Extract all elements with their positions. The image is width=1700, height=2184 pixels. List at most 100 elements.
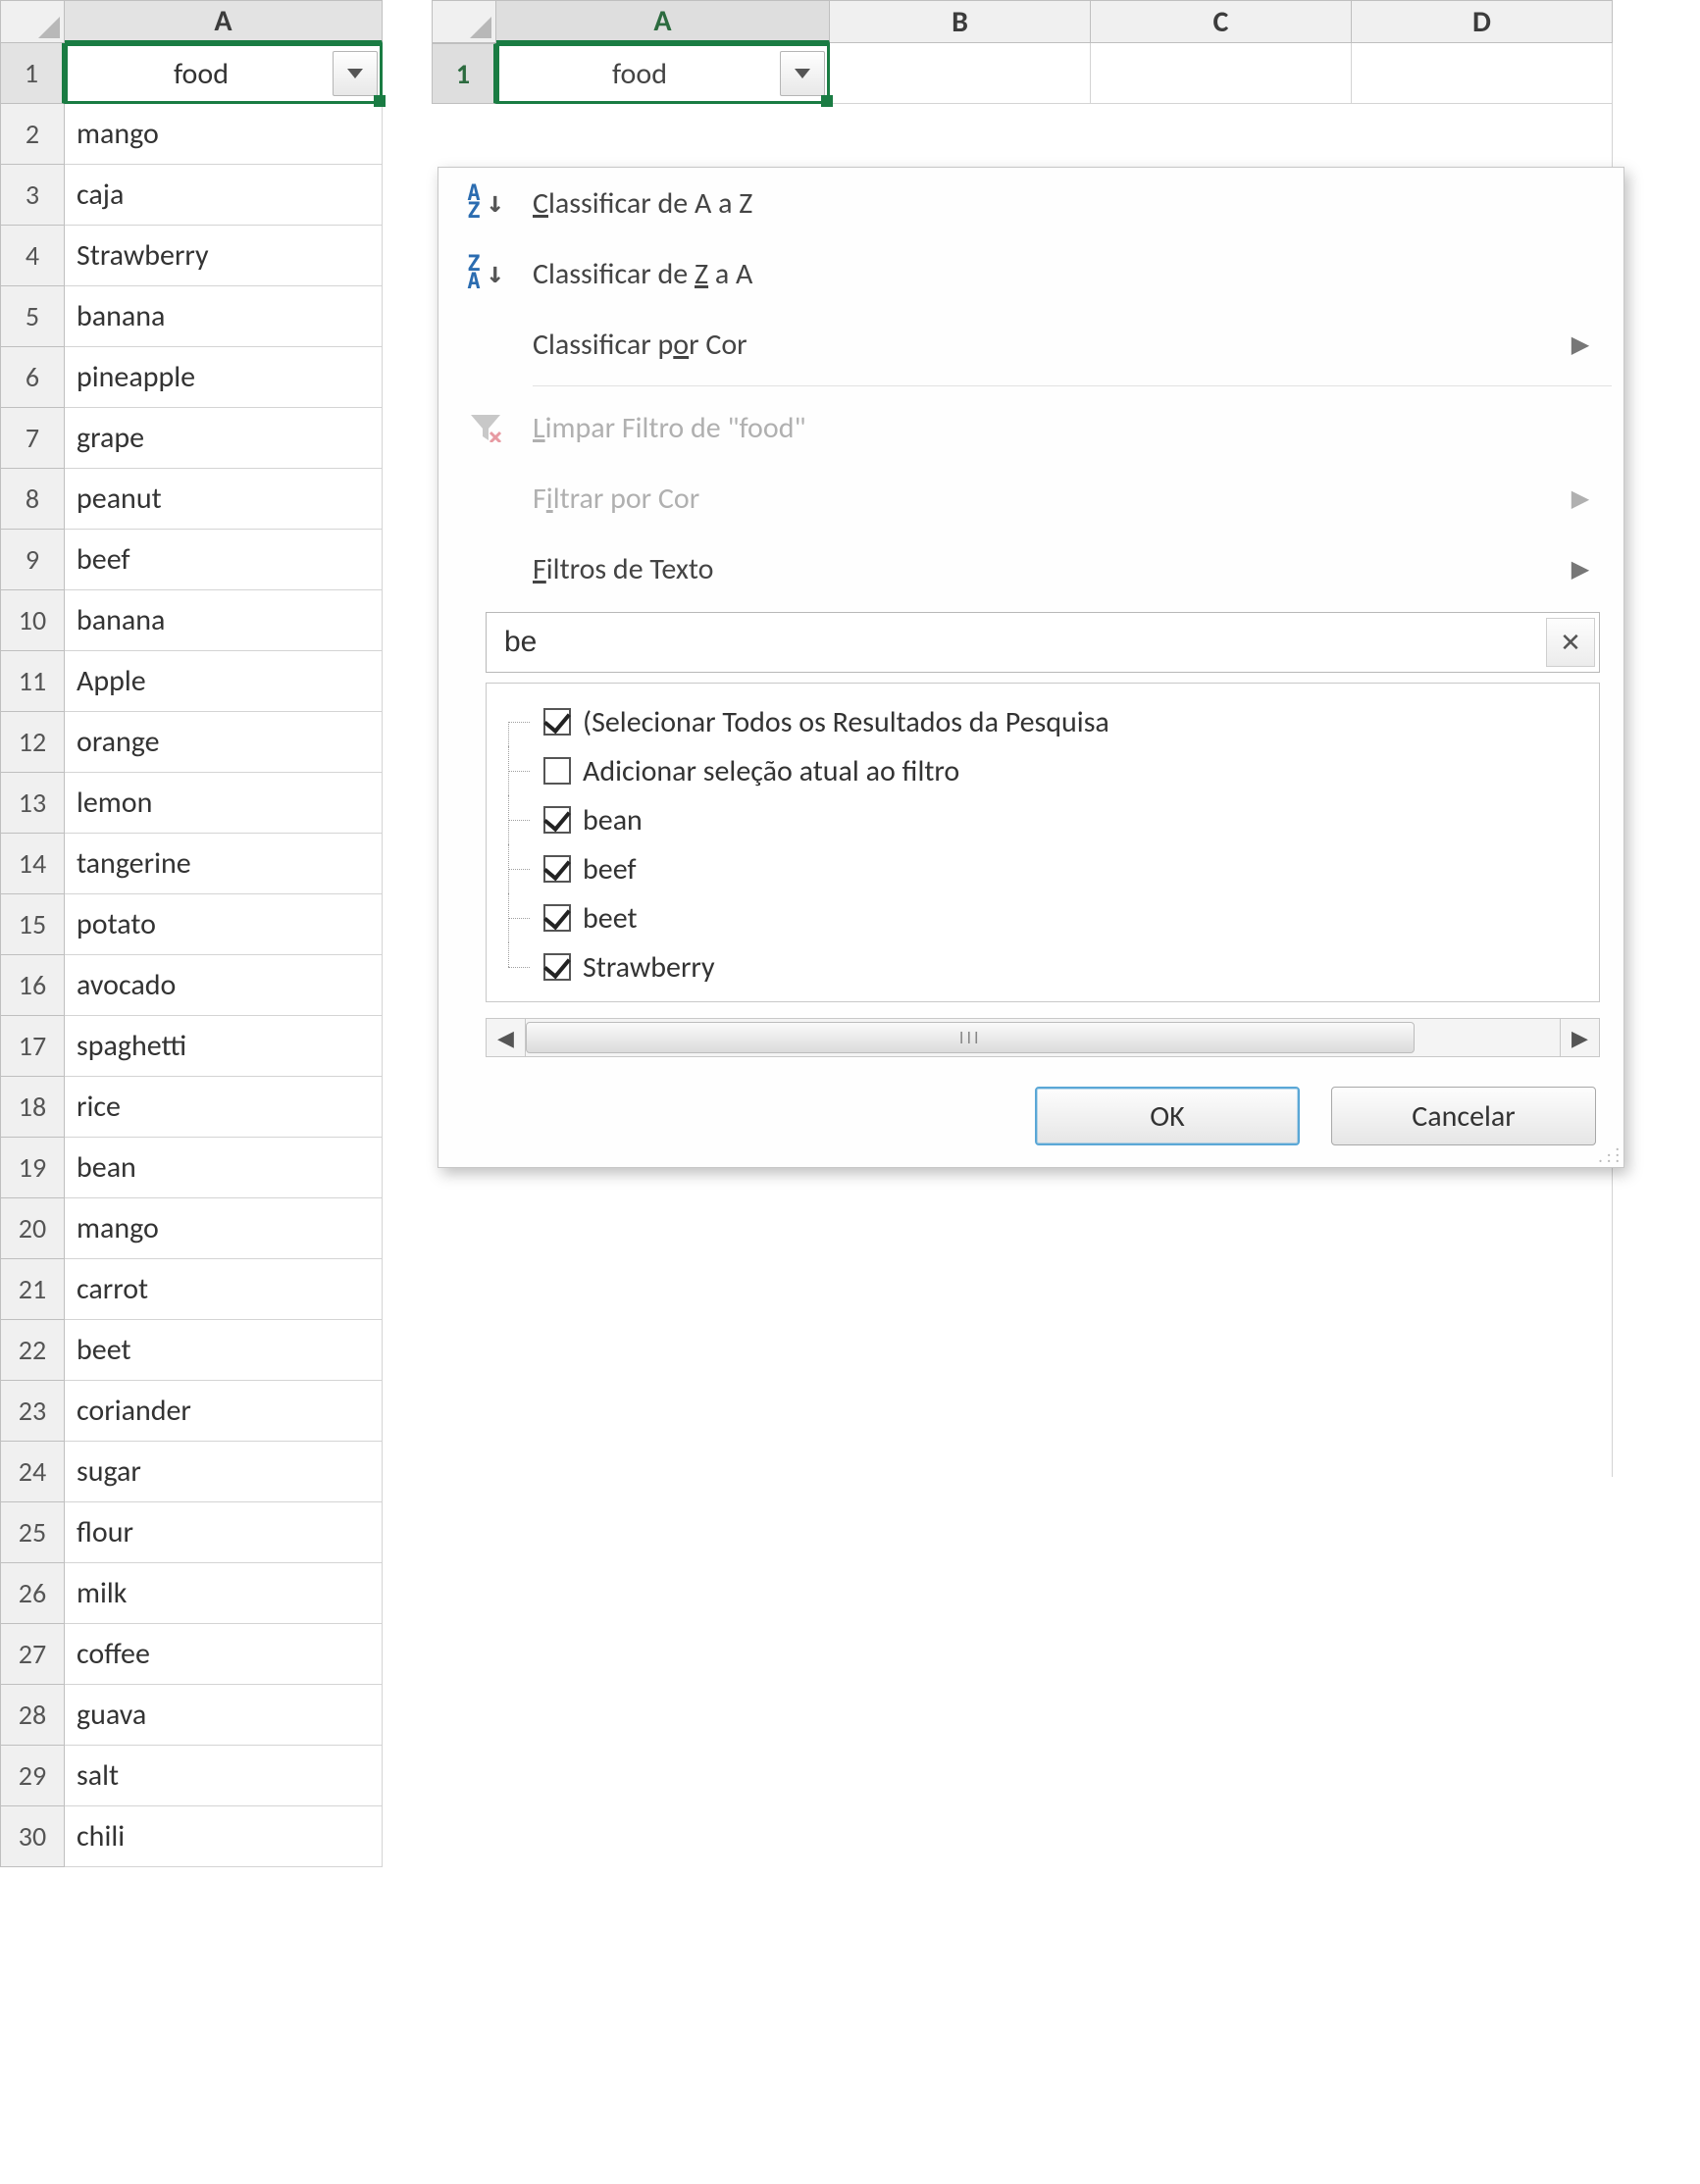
cell-A8[interactable]: peanut — [65, 469, 383, 530]
cell-A15[interactable]: potato — [65, 894, 383, 955]
cell-A10[interactable]: banana — [65, 590, 383, 651]
filter-dropdown-button-right[interactable] — [780, 51, 825, 96]
row-header-28[interactable]: 28 — [0, 1685, 65, 1746]
filter-search-input[interactable] — [502, 625, 1546, 660]
cell-C1[interactable] — [1091, 43, 1352, 104]
row-header-18[interactable]: 18 — [0, 1077, 65, 1138]
checkbox[interactable] — [543, 806, 571, 834]
row-header-13[interactable]: 13 — [0, 773, 65, 834]
row-header-1-right[interactable]: 1 — [432, 43, 496, 104]
cell-A25[interactable]: flour — [65, 1502, 383, 1563]
ok-button[interactable]: OK — [1035, 1087, 1300, 1145]
row-header-25[interactable]: 25 — [0, 1502, 65, 1563]
cell-A19[interactable]: bean — [65, 1138, 383, 1198]
checkbox[interactable] — [543, 904, 571, 932]
cell-A30[interactable]: chili — [65, 1806, 383, 1867]
scroll-track[interactable]: III — [526, 1019, 1560, 1056]
column-header-D[interactable]: D — [1352, 0, 1613, 43]
cell-D1[interactable] — [1352, 43, 1613, 104]
sort-za-item[interactable]: ZA↓ Classificar de Z a A — [438, 238, 1623, 309]
row-header-17[interactable]: 17 — [0, 1016, 65, 1077]
scroll-left-button[interactable]: ◀ — [487, 1019, 526, 1056]
row-header-9[interactable]: 9 — [0, 530, 65, 590]
row-header-30[interactable]: 30 — [0, 1806, 65, 1867]
column-header-A[interactable]: A — [65, 0, 383, 43]
cell-A17[interactable]: spaghetti — [65, 1016, 383, 1077]
column-header-B[interactable]: B — [830, 0, 1091, 43]
filter-value-item[interactable]: bean — [508, 795, 1587, 844]
column-header-C[interactable]: C — [1091, 0, 1352, 43]
row-header-27[interactable]: 27 — [0, 1624, 65, 1685]
row-header-20[interactable]: 20 — [0, 1198, 65, 1259]
row-header-3[interactable]: 3 — [0, 165, 65, 226]
row-header-26[interactable]: 26 — [0, 1563, 65, 1624]
row-header-4[interactable]: 4 — [0, 226, 65, 286]
row-header-12[interactable]: 12 — [0, 712, 65, 773]
cell-A4[interactable]: Strawberry — [65, 226, 383, 286]
filter-value-item[interactable]: Adicionar seleção atual ao filtro — [508, 746, 1587, 795]
cell-A24[interactable]: sugar — [65, 1442, 383, 1502]
cell-A18[interactable]: rice — [65, 1077, 383, 1138]
cell-A3[interactable]: caja — [65, 165, 383, 226]
row-header-8[interactable]: 8 — [0, 469, 65, 530]
row-header-29[interactable]: 29 — [0, 1746, 65, 1806]
cell-A11[interactable]: Apple — [65, 651, 383, 712]
cell-A5[interactable]: banana — [65, 286, 383, 347]
text-filters-item[interactable]: Filtros de Texto ▶ — [438, 533, 1623, 604]
cell-A13[interactable]: lemon — [65, 773, 383, 834]
row-header-5[interactable]: 5 — [0, 286, 65, 347]
row-header-1[interactable]: 1 — [0, 43, 65, 104]
row-header-6[interactable]: 6 — [0, 347, 65, 408]
cancel-button[interactable]: Cancelar — [1331, 1087, 1596, 1145]
checkbox[interactable] — [543, 953, 571, 981]
row-header-23[interactable]: 23 — [0, 1381, 65, 1442]
cell-A7[interactable]: grape — [65, 408, 383, 469]
cell-A14[interactable]: tangerine — [65, 834, 383, 894]
filter-dropdown-button[interactable] — [333, 51, 378, 96]
clear-search-button[interactable]: ✕ — [1546, 618, 1595, 667]
filter-value-item[interactable]: (Selecionar Todos os Resultados da Pesqu… — [508, 697, 1587, 746]
selection-handle[interactable] — [374, 95, 386, 107]
filter-value-item[interactable]: Strawberry — [508, 942, 1587, 991]
row-header-19[interactable]: 19 — [0, 1138, 65, 1198]
checkbox[interactable] — [543, 757, 571, 785]
cell-A21[interactable]: carrot — [65, 1259, 383, 1320]
row-header-24[interactable]: 24 — [0, 1442, 65, 1502]
cell-A22[interactable]: beet — [65, 1320, 383, 1381]
checkbox[interactable] — [543, 708, 571, 736]
cell-B1[interactable] — [830, 43, 1091, 104]
row-header-21[interactable]: 21 — [0, 1259, 65, 1320]
cell-A6[interactable]: pineapple — [65, 347, 383, 408]
cell-A28[interactable]: guava — [65, 1685, 383, 1746]
cell-A1-right[interactable]: food — [496, 43, 830, 104]
cell-A2[interactable]: mango — [65, 104, 383, 165]
checkbox[interactable] — [543, 855, 571, 883]
cell-A9[interactable]: beef — [65, 530, 383, 590]
sort-az-item[interactable]: AZ↓ Classificar de A a Z — [438, 168, 1623, 238]
row-header-10[interactable]: 10 — [0, 590, 65, 651]
cell-A23[interactable]: coriander — [65, 1381, 383, 1442]
row-header-2[interactable]: 2 — [0, 104, 65, 165]
cell-A29[interactable]: salt — [65, 1746, 383, 1806]
scroll-right-button[interactable]: ▶ — [1560, 1019, 1599, 1056]
column-header-A-right[interactable]: A — [496, 0, 830, 43]
filter-value-item[interactable]: beet — [508, 893, 1587, 942]
cell-A27[interactable]: coffee — [65, 1624, 383, 1685]
row-header-14[interactable]: 14 — [0, 834, 65, 894]
cell-A16[interactable]: avocado — [65, 955, 383, 1016]
row-header-7[interactable]: 7 — [0, 408, 65, 469]
row-header-16[interactable]: 16 — [0, 955, 65, 1016]
select-all-corner-right[interactable] — [432, 0, 496, 43]
cell-A26[interactable]: milk — [65, 1563, 383, 1624]
row-header-15[interactable]: 15 — [0, 894, 65, 955]
cell-A1[interactable]: food — [65, 43, 383, 104]
row-header-22[interactable]: 22 — [0, 1320, 65, 1381]
resize-grip-icon[interactable]: .. .. . . — [1596, 1142, 1620, 1165]
filter-value-item[interactable]: beef — [508, 844, 1587, 893]
horizontal-scrollbar[interactable]: ◀ III ▶ — [486, 1018, 1600, 1057]
select-all-corner[interactable] — [0, 0, 65, 43]
sort-by-color-item[interactable]: Classificar por Cor ▶ — [438, 309, 1623, 380]
row-header-11[interactable]: 11 — [0, 651, 65, 712]
scroll-thumb[interactable]: III — [526, 1022, 1415, 1053]
cell-A12[interactable]: orange — [65, 712, 383, 773]
